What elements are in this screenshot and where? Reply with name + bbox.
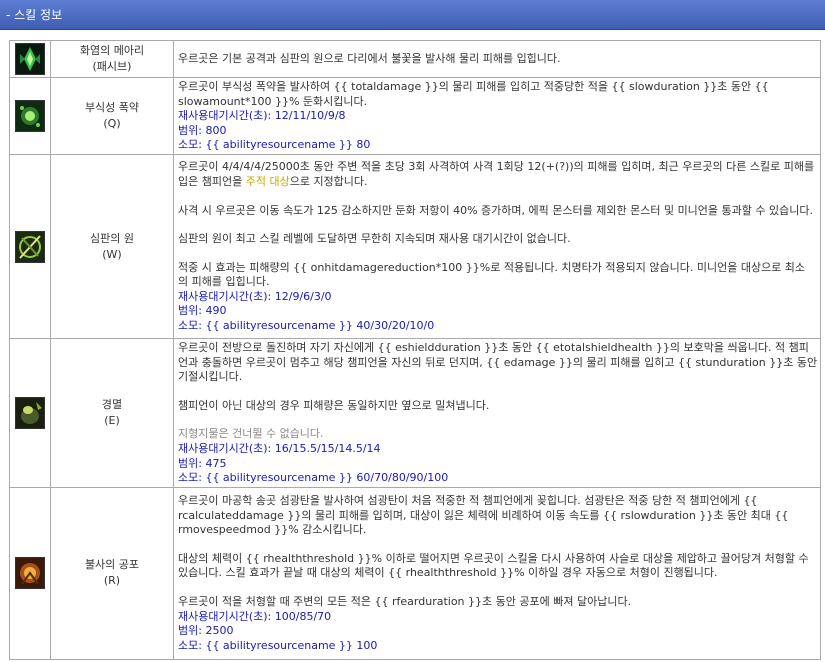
skill-icon-cell: [9, 154, 51, 339]
skill-desc-text: 우르곳이 마공학 송곳 섬광탄을 발사하여 섬광탄이 처음 적중한 적 챔피언에…: [178, 494, 789, 537]
skill-desc-text: 우르곳이 적을 처형할 때 주변의 모든 적은 {{ rfearduration…: [178, 595, 632, 609]
skill-name-cell: 심판의 원 (W): [50, 154, 174, 339]
skill-description: 우르곳이 전방으로 돌진하며 자기 자신에게 {{ eshieldduratio…: [173, 338, 821, 488]
skill-cost: 소모: {{ abilityresourcename }} 60/70/80/9…: [178, 471, 449, 485]
corrosive-charge-icon: [15, 100, 45, 132]
skill-range: 범위: 475: [178, 456, 227, 470]
section-header: - 스킬 정보: [0, 0, 825, 30]
skill-desc-text: 대상의 체력이 {{ rhealththreshold }}% 이하로 떨어지면…: [178, 551, 809, 580]
flame-crest-icon: [15, 43, 45, 75]
skill-name: 부식성 폭약: [84, 101, 140, 114]
skill-name: 경멸: [101, 397, 123, 411]
purge-icon: [15, 230, 45, 263]
skill-name-cell: 화염의 메아리 (패시브): [50, 40, 174, 78]
skill-icon-cell: [9, 338, 51, 488]
skill-desc-text: 으로 지정합니다.: [289, 174, 368, 188]
disdain-icon: [15, 396, 45, 429]
section-title: - 스킬 정보: [6, 8, 63, 22]
skill-key: (패시브): [92, 60, 132, 73]
skill-cost: 소모: {{ abilityresourcename }} 80: [178, 138, 371, 152]
skill-row-e: 경멸 (E) 우르곳이 전방으로 돌진하며 자기 자신에게 {{ eshield…: [9, 338, 821, 488]
skill-icon-cell: [9, 40, 51, 78]
skill-range: 범위: 800: [178, 123, 227, 137]
skill-name-cell: 불사의 공포 (R): [50, 486, 174, 660]
skill-description: 우르곳이 부식성 폭약을 발사하여 {{ totaldamage }}의 물리 …: [173, 77, 821, 155]
skill-cooldown: 재사용대기시간(초): 12/11/10/9/8: [178, 109, 346, 123]
skill-row-w: 심판의 원 (W) 우르곳이 4/4/4/4/25000초 동안 주변 적을 초…: [9, 154, 821, 339]
skill-icon-cell: [9, 77, 51, 155]
skill-name-cell: 경멸 (E): [50, 338, 174, 488]
skill-range: 범위: 490: [178, 304, 227, 318]
skill-desc-text: 심판의 원이 최고 스킬 레벨에 도달하면 무한히 지속되며 재사용 대기시간이…: [178, 232, 571, 246]
skill-cooldown: 재사용대기시간(초): 100/85/70: [178, 609, 332, 623]
skill-name: 화염의 메아리: [79, 44, 145, 57]
skill-name: 불사의 공포: [84, 558, 140, 572]
skill-desc-note: 지형지물은 건너뛸 수 없습니다.: [178, 427, 324, 441]
skill-row-q: 부식성 폭약 (Q) 우르곳이 부식성 폭약을 발사하여 {{ totaldam…: [9, 77, 821, 155]
skill-description: 우르곳이 마공학 송곳 섬광탄을 발사하여 섬광탄이 처음 적중한 적 챔피언에…: [173, 486, 821, 660]
highlight-keyword: 주적 대상: [245, 174, 290, 188]
skill-name: 심판의 원: [90, 231, 134, 245]
skill-name-cell: 부식성 폭약 (Q): [50, 77, 174, 155]
skill-desc-text: 적중 시 효과는 피해량의 {{ onhitdamagereduction*10…: [178, 260, 806, 289]
skill-cost: 소모: {{ abilityresourcename }} 40/30/20/1…: [178, 319, 435, 333]
skill-cooldown: 재사용대기시간(초): 12/9/6/3/0: [178, 289, 332, 303]
skill-key: (Q): [103, 117, 121, 130]
skill-description: 우르곳이 4/4/4/4/25000초 동안 주변 적을 초당 3회 사격하여 …: [173, 154, 821, 339]
skill-key: (W): [102, 247, 122, 261]
skill-desc-text: 챔피언이 아닌 대상의 경우 피해량은 동일하지만 옆으로 밀쳐냅니다.: [178, 398, 490, 412]
skill-description: 우르곳은 기본 공격과 심판의 원으로 다리에서 불꽃을 발사해 물리 피해를 …: [173, 40, 821, 78]
skill-table: 화염의 메아리 (패시브) 우르곳은 기본 공격과 심판의 원으로 다리에서 불…: [9, 40, 821, 660]
skill-desc-text: 우르곳은 기본 공격과 심판의 원으로 다리에서 불꽃을 발사해 물리 피해를 …: [178, 52, 561, 66]
skill-cost: 소모: {{ abilityresourcename }} 100: [178, 638, 378, 652]
skill-key: (R): [103, 574, 121, 588]
skill-range: 범위: 2500: [178, 624, 234, 638]
skill-desc-text: 사격 시 우르곳은 이동 속도가 125 감소하지만 둔화 저항이 40% 증가…: [178, 203, 813, 217]
skill-desc-text: 우르곳이 부식성 폭약을 발사하여 {{ totaldamage }}의 물리 …: [178, 80, 769, 108]
skill-cooldown: 재사용대기시간(초): 16/15.5/15/14.5/14: [178, 441, 381, 455]
skill-key: (E): [104, 413, 120, 427]
skill-desc-text: 우르곳이 전방으로 돌진하며 자기 자신에게 {{ eshieldduratio…: [178, 341, 818, 384]
fear-beyond-death-icon: [15, 557, 45, 590]
skill-row-passive: 화염의 메아리 (패시브) 우르곳은 기본 공격과 심판의 원으로 다리에서 불…: [9, 40, 821, 78]
skill-row-r: 불사의 공포 (R) 우르곳이 마공학 송곳 섬광탄을 발사하여 섬광탄이 처음…: [9, 486, 821, 660]
skill-icon-cell: [9, 486, 51, 660]
skill-desc-paragraph: 우르곳이 4/4/4/4/25000초 동안 주변 적을 초당 3회 사격하여 …: [178, 160, 818, 189]
